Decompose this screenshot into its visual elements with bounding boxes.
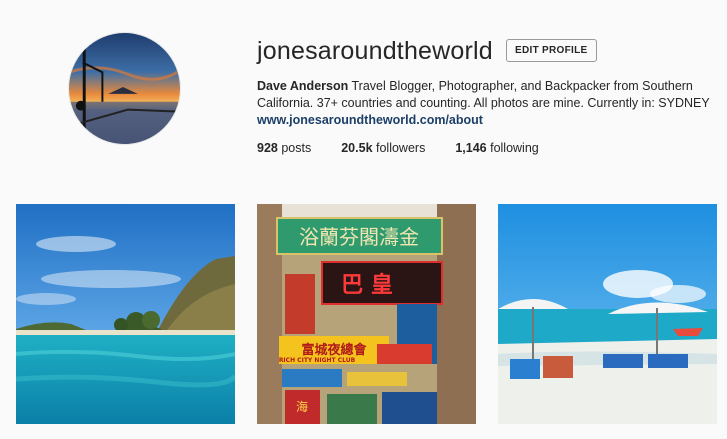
island-beach-image — [16, 204, 235, 424]
followers-label: followers — [376, 141, 426, 155]
profile-bio: Dave Anderson Travel Blogger, Photograph… — [257, 78, 717, 129]
lower-sign-text: 海 — [296, 399, 308, 414]
top-sign-text: 浴蘭芬閣濤金 — [299, 225, 419, 249]
edit-profile-button[interactable]: EDIT PROFILE — [506, 39, 597, 62]
yellow-sign-text: 富城夜總會 — [301, 342, 367, 358]
followers-stat[interactable]: 20.5k followers — [341, 141, 425, 155]
photo-hong-kong-street-signs[interactable]: 浴蘭芬閣濤金 巴 皇 富城夜總會 RICH CITY NIGHT CLUB 海 — [257, 204, 476, 424]
profile-full-name: Dave Anderson — [257, 79, 349, 93]
night-club-text: RICH CITY NIGHT CLUB — [279, 357, 356, 364]
sunset-pier-photo — [69, 33, 180, 144]
beach-umbrellas-image — [498, 204, 717, 424]
profile-username: jonesaroundtheworld — [257, 37, 493, 65]
profile-avatar[interactable] — [68, 32, 181, 145]
following-count: 1,146 — [455, 141, 487, 155]
posts-label: posts — [281, 141, 312, 155]
profile-website-link[interactable]: www.jonesaroundtheworld.com/about — [257, 112, 717, 129]
posts-stat: 928 posts — [257, 141, 311, 155]
red-sign-text: 巴 皇 — [341, 272, 393, 298]
following-label: following — [490, 141, 539, 155]
photo-beach-umbrellas[interactable] — [498, 204, 717, 424]
following-stat[interactable]: 1,146 following — [455, 141, 538, 155]
profile-stats: 928 posts 20.5k followers 1,146 followin… — [257, 141, 569, 155]
photo-island-beach[interactable] — [16, 204, 235, 424]
hong-kong-street-image: 浴蘭芬閣濤金 巴 皇 富城夜總會 RICH CITY NIGHT CLUB 海 — [257, 204, 476, 424]
posts-count: 928 — [257, 141, 278, 155]
followers-count: 20.5k — [341, 141, 373, 155]
